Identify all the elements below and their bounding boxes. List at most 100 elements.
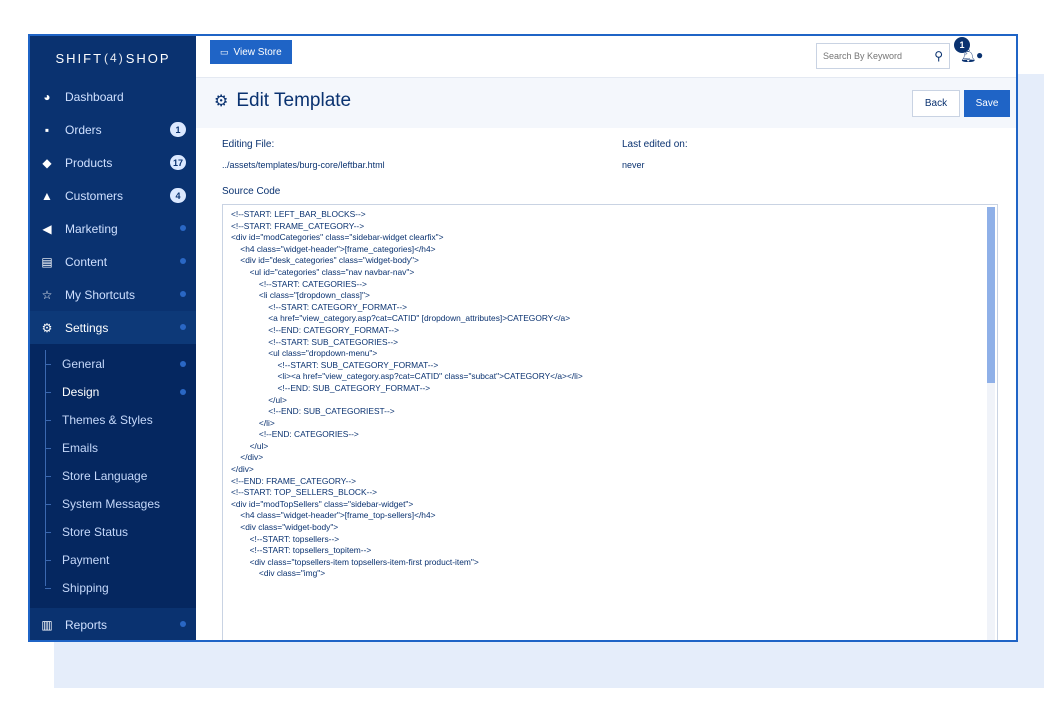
search-icon[interactable]: ⚲ [934, 49, 943, 63]
code-line: <ul id="categories" class="nav navbar-na… [231, 266, 415, 277]
page-title-text: Edit Template [236, 90, 352, 111]
editing-file-path: ../assets/templates/burg-core/leftbar.ht… [222, 160, 385, 170]
sidebar-item-reports[interactable]: ▥ Reports [30, 608, 196, 640]
code-line: <div id="modTopSellers" class="sidebar-w… [231, 498, 414, 509]
view-store-button[interactable]: ▭ View Store [210, 40, 292, 64]
code-line: <!--START: topsellers--> [231, 533, 340, 544]
tree-tick [45, 504, 51, 505]
code-line: </li> [231, 417, 275, 428]
code-line: <!--START: CATEGORY_FORMAT--> [231, 301, 408, 312]
sidebar-item-my-shortcuts[interactable]: ☆ My Shortcuts [30, 278, 196, 311]
logo-text-left: SHIFT [55, 50, 104, 66]
sidebar-item-label: Content [65, 254, 108, 269]
sidebar-item-label: Reports [65, 617, 108, 632]
submenu-item-emails[interactable]: Emails [30, 434, 196, 462]
tree-tick [45, 448, 51, 449]
submenu-item-store-language[interactable]: Store Language [30, 462, 196, 490]
code-line: <li><a href="view_category.asp?cat=CATID… [231, 371, 583, 382]
code-line: <div id="modCategories" class="sidebar-w… [231, 232, 444, 243]
products-count-badge: 17 [169, 155, 186, 170]
submenu-item-label: Themes & Styles [62, 413, 153, 427]
tree-tick [45, 532, 51, 533]
search-box[interactable]: ⚲ [816, 43, 950, 69]
submenu-item-label: Shipping [62, 581, 109, 595]
expand-dot-icon [180, 258, 186, 264]
dashboard-icon: ◕ [43, 89, 51, 104]
submenu-item-label: Emails [62, 441, 99, 455]
code-line: <!--END: CATEGORIES--> [231, 429, 359, 440]
code-line: <div class="topsellers-item topsellers-i… [231, 556, 479, 567]
code-line: <div id="desk_categories" class="widget-… [231, 255, 419, 266]
sidebar-item-settings[interactable]: ⚙ Settings [30, 311, 196, 344]
scrollbar-thumb[interactable] [987, 207, 995, 383]
expand-dot-icon [180, 361, 186, 367]
sidebar-item-marketing[interactable]: ◀ Marketing [30, 212, 196, 245]
code-line: <li class="[dropdown_class]"> [231, 290, 370, 301]
code-line: <!--END: SUB_CATEGORIEST--> [231, 406, 395, 417]
tree-tick [45, 392, 51, 393]
code-line: <!--START: SUB_CATEGORY_FORMAT--> [231, 359, 439, 370]
submenu-item-label: Store Status [62, 525, 129, 539]
sidebar-item-orders[interactable]: ▪ Orders 1 [30, 113, 196, 146]
sidebar-item-dashboard[interactable]: ◕ Dashboard [30, 80, 196, 113]
settings-submenu: General Design Themes & Styles Emails St… [30, 344, 196, 608]
submenu-item-design[interactable]: Design [30, 378, 196, 406]
submenu-item-system-messages[interactable]: System Messages [30, 490, 196, 518]
back-button[interactable]: Back [912, 90, 960, 117]
view-store-label: View Store [233, 46, 282, 58]
submenu-item-store-status[interactable]: Store Status [30, 518, 196, 546]
code-line: <div class="widget-body"> [231, 522, 339, 533]
logo-four-icon: (4) [104, 51, 125, 65]
submenu-item-label: Payment [62, 553, 110, 567]
sidebar: SHIFT (4) SHOP ◕ Dashboard ▪ Orders 1 ◆ … [30, 36, 196, 640]
last-edited-value: never [622, 160, 645, 170]
page-title: ⚙ Edit Template [214, 90, 351, 112]
code-line: <!--START: TOP_SELLERS_BLOCK--> [231, 487, 377, 498]
code-line: <!--START: FRAME_CATEGORY--> [231, 220, 365, 231]
tree-tick [45, 420, 51, 421]
sidebar-item-content[interactable]: ▤ Content [30, 245, 196, 278]
code-content[interactable]: <!--START: LEFT_BAR_BLOCKS--> <!--START: … [223, 205, 997, 584]
source-code-label: Source Code [222, 186, 281, 197]
code-line: </div> [231, 452, 264, 463]
editing-file-label: Editing File: [222, 139, 275, 150]
code-line: <h4 class="widget-header">[frame_top-sel… [231, 510, 436, 521]
sidebar-item-products[interactable]: ◆ Products 17 [30, 146, 196, 179]
gears-icon: ⚙ [214, 93, 229, 110]
submenu-item-shipping[interactable]: Shipping [30, 574, 196, 602]
brand-logo[interactable]: SHIFT (4) SHOP [30, 36, 196, 80]
code-line: <div class="img"> [231, 568, 326, 579]
expand-dot-icon [180, 225, 186, 231]
code-line: <!--START: CATEGORIES--> [231, 278, 367, 289]
code-line: <!--START: SUB_CATEGORIES--> [231, 336, 399, 347]
submenu-item-themes-styles[interactable]: Themes & Styles [30, 406, 196, 434]
code-line: <!--END: SUB_CATEGORY_FORMAT--> [231, 382, 431, 393]
sidebar-item-label: Orders [65, 122, 102, 137]
customers-count-badge: 4 [170, 188, 186, 203]
orders-count-badge: 1 [170, 122, 186, 137]
user-account-icon[interactable]: ● [976, 48, 983, 62]
app-window: SHIFT (4) SHOP ◕ Dashboard ▪ Orders 1 ◆ … [28, 34, 1018, 642]
search-input[interactable] [823, 51, 923, 61]
megaphone-icon: ◀ [42, 221, 52, 236]
bell-icon[interactable]: 🔔︎ [960, 48, 977, 64]
last-edited-label: Last edited on: [622, 139, 688, 150]
submenu-item-general[interactable]: General [30, 350, 196, 378]
sidebar-item-customers[interactable]: ▲ Customers 4 [30, 179, 196, 212]
code-line: <h4 class="widget-header">[frame_categor… [231, 243, 436, 254]
code-line: </ul> [231, 440, 269, 451]
tree-tick [45, 560, 51, 561]
sidebar-item-label: Dashboard [65, 89, 124, 104]
code-line: <!--START: topsellers_topitem--> [231, 545, 372, 556]
sidebar-item-label: Marketing [65, 221, 118, 236]
source-code-editor[interactable]: <!--START: LEFT_BAR_BLOCKS--> <!--START: … [222, 204, 998, 640]
logo-text-right: SHOP [125, 50, 171, 66]
expand-dot-icon [180, 389, 186, 395]
logo-four-digit: 4 [110, 51, 119, 65]
submenu-item-payment[interactable]: Payment [30, 546, 196, 574]
save-button[interactable]: Save [964, 90, 1010, 117]
top-bar: ▭ View Store ⚲ 1 🔔︎ ● [196, 36, 1016, 78]
sidebar-item-label: Products [65, 155, 113, 170]
main-content: ⚙ Edit Template Back Save Editing File: … [196, 78, 1016, 640]
code-line: </div> [231, 464, 254, 475]
